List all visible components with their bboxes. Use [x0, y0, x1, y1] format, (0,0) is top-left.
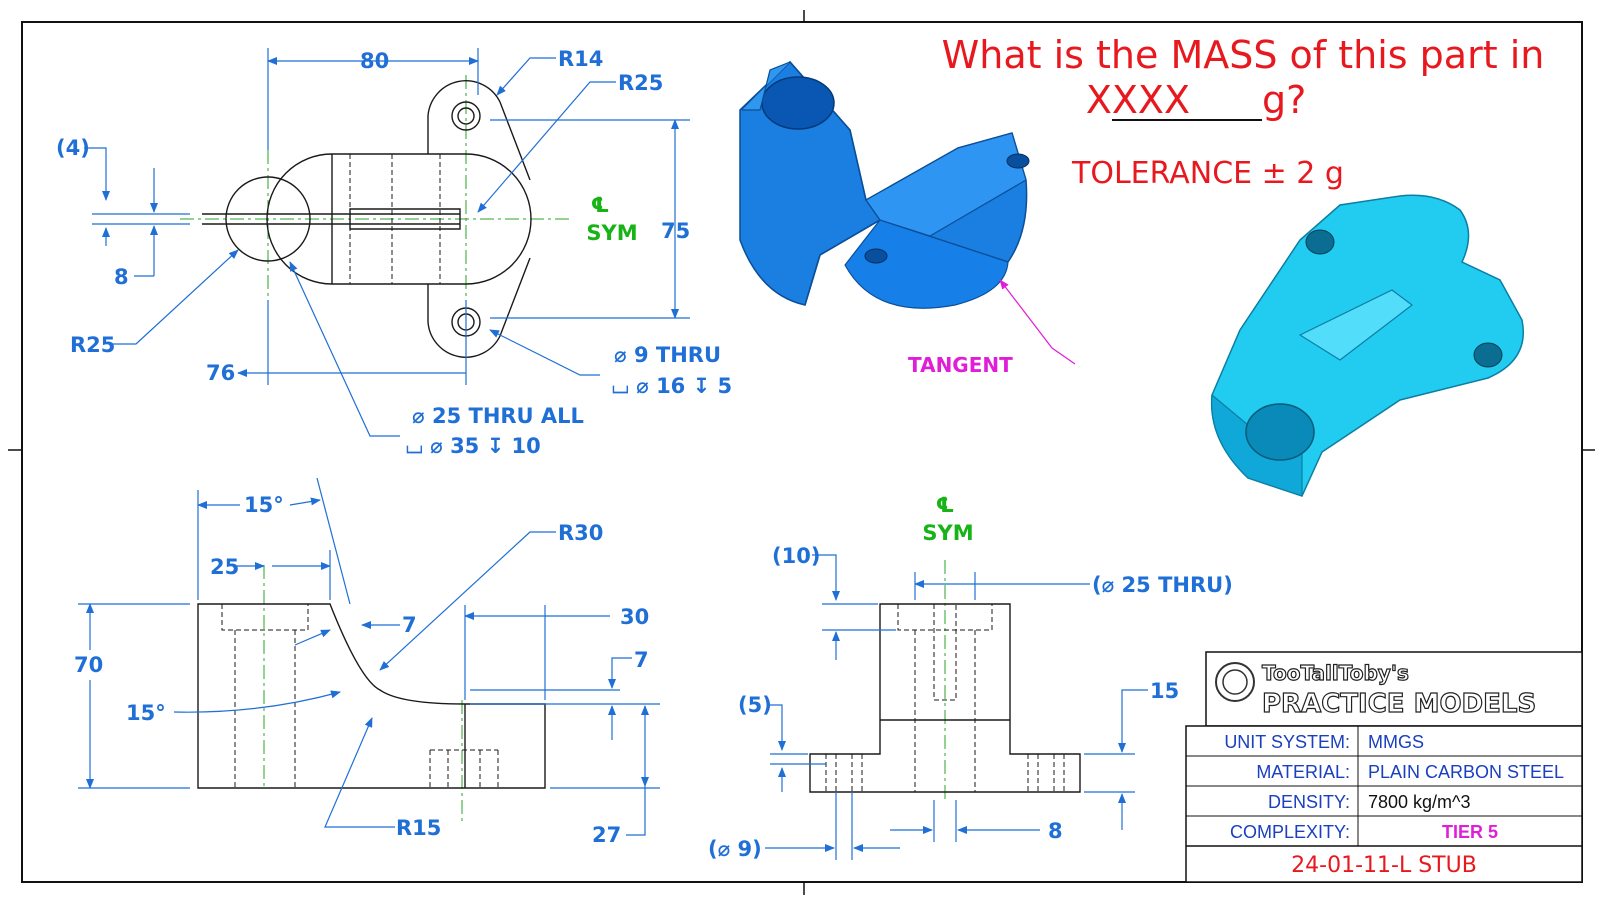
title-row-material-value: PLAIN CARBON STEEL	[1368, 762, 1564, 782]
dim-7-b-label: 7	[634, 648, 649, 672]
title-row-material-label: MATERIAL:	[1256, 762, 1350, 782]
dim-15-ext-angle	[316, 477, 351, 605]
iso-cyan-hole-2	[1473, 342, 1503, 368]
title-block: TooTallToby's PRACTICE MODELS UNIT SYSTE…	[1185, 651, 1583, 883]
iso-view-cyan	[1210, 194, 1524, 497]
iso-blue-hole-2	[864, 248, 888, 264]
dim-10-label: (10)	[772, 544, 820, 568]
iso-blue-hole-1	[1006, 153, 1030, 169]
dim-27-label: 27	[592, 823, 621, 847]
side-view: ℄ SYM (10) (⌀ 25 THRU) (5) 15 (⌀ 9) 8	[708, 493, 1233, 861]
title-row-complexity-value: TIER 5	[1442, 822, 1498, 842]
dim-9-label: (⌀ 9)	[708, 837, 762, 861]
question-block: What is the MASS of this part in XXXX g?…	[942, 33, 1545, 191]
tolerance-label: TOLERANCE ± 2 g	[1071, 156, 1344, 191]
question-line1: What is the MASS of this part in	[942, 33, 1545, 77]
dim-r14-label: R14	[558, 47, 603, 71]
side-view-sym-label: SYM	[922, 521, 973, 545]
dim-30-label: 30	[620, 605, 649, 629]
part-id: 24-01-11-L STUB	[1291, 853, 1477, 878]
question-blank: XXXX	[1086, 78, 1190, 122]
hole-9-leader	[489, 329, 600, 376]
dim-75-label: 75	[661, 219, 690, 243]
cbore-16-label: ⌴ ⌀ 16 ↧ 5	[612, 374, 732, 398]
title-row-unit-value: MMGS	[1368, 732, 1424, 752]
dim-r14-leader	[496, 57, 556, 96]
dim-r25-left-label: R25	[70, 333, 115, 357]
hole-25-leader	[289, 261, 400, 437]
front-view-bore-hidden	[221, 604, 309, 788]
dim-7-a-leader-left	[294, 629, 331, 646]
dim-r25-top-label: R25	[618, 71, 663, 95]
top-view: 80 R14 R25 75 ℄ SYM (4) 8 R25 76 ⌀ 9 THR…	[56, 47, 732, 458]
dim-8-label: 8	[1048, 819, 1063, 843]
brand-logo-inner-icon	[1222, 669, 1248, 695]
hole-9-label: ⌀ 9 THRU	[614, 343, 721, 367]
top-view-cl-symbol: ℄	[591, 193, 610, 217]
dim-15deg-left-label: 15°	[126, 701, 166, 725]
dim-7-b-arrow-top	[608, 657, 632, 689]
top-view-top-lug	[427, 80, 531, 181]
side-view-cl-symbol: ℄	[936, 493, 955, 517]
top-view-sym-label: SYM	[586, 221, 637, 245]
title-row-complexity-label: COMPLEXITY:	[1230, 822, 1350, 842]
dim-8-label: 8	[114, 265, 129, 289]
brand-line1: TooTallToby's	[1262, 661, 1409, 685]
iso-blue-bore	[761, 76, 835, 130]
title-row-unit-label: UNIT SYSTEM:	[1224, 732, 1350, 752]
dim-70-label: 70	[74, 653, 103, 677]
dim-r15-leader	[324, 717, 395, 828]
dim-27-leader	[626, 786, 646, 836]
tangent-leader	[999, 279, 1076, 365]
dim-r25-left-leader	[112, 249, 239, 345]
dim-7-a-label: 7	[402, 613, 417, 637]
front-view-cbore-hidden	[429, 749, 499, 788]
dim-15-top-line-right	[289, 497, 321, 506]
question-unit: g?	[1262, 78, 1306, 122]
hole-25-label: ⌀ 25 THRU ALL	[412, 404, 584, 428]
iso-view-blue: TANGENT	[739, 60, 1076, 377]
title-row-density-label: DENSITY:	[1268, 792, 1350, 812]
drawing-sheet: 80 R14 R25 75 ℄ SYM (4) 8 R25 76 ⌀ 9 THR…	[8, 10, 1595, 895]
dim-15-label: 15	[1150, 679, 1179, 703]
dim-76-label: 76	[206, 361, 235, 385]
dim-25thru-label: (⌀ 25 THRU)	[1092, 573, 1233, 597]
tangent-label: TANGENT	[908, 353, 1013, 377]
dim-r15-label: R15	[396, 816, 441, 840]
dim-15deg-top-label: 15°	[244, 493, 284, 517]
cbore-35-label: ⌴ ⌀ 35 ↧ 10	[406, 434, 541, 458]
brand-line2: PRACTICE MODELS	[1262, 689, 1536, 719]
dim-80-label: 80	[360, 49, 389, 73]
dim-5-label: (5)	[738, 693, 772, 717]
dim-r30-leader	[379, 531, 556, 671]
front-view: 15° 25 70 15° 7 R30 30 7 27 R15	[74, 477, 660, 847]
title-row-density-value: 7800 kg/m^3	[1368, 792, 1471, 812]
dim-15-arrow-top	[1118, 689, 1148, 753]
iso-cyan-bore	[1245, 403, 1315, 461]
dim-r30-label: R30	[558, 521, 603, 545]
iso-cyan-hole-1	[1305, 229, 1335, 255]
front-view-outline	[197, 603, 546, 789]
dim-25-label: 25	[210, 555, 239, 579]
dim-15deg-left-arc	[173, 690, 341, 713]
